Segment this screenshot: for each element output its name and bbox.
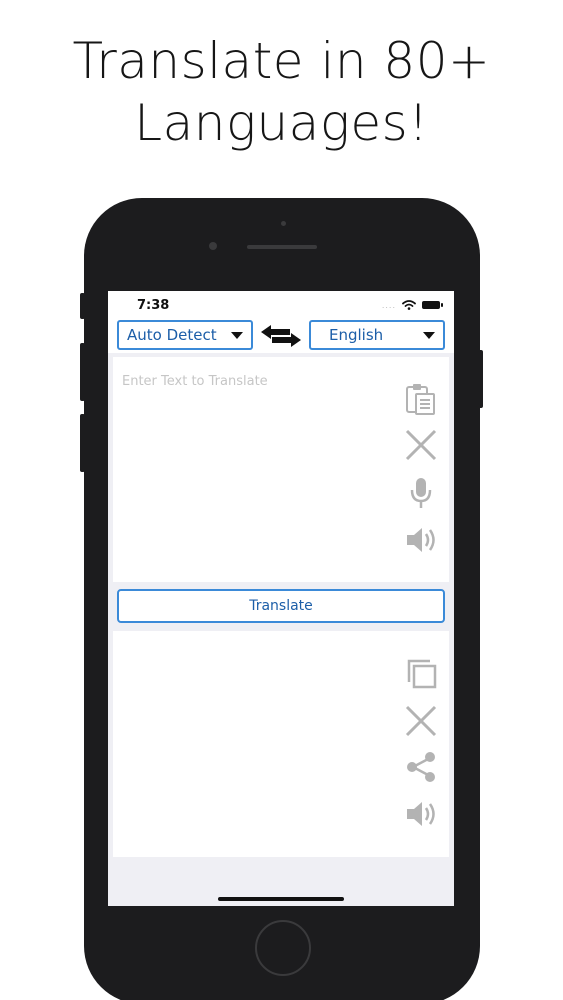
status-bar: 7:38 .... [108, 291, 454, 319]
clear-icon[interactable] [403, 427, 439, 463]
source-text-placeholder: Enter Text to Translate [122, 374, 268, 389]
clear-icon[interactable] [403, 703, 439, 739]
chevron-down-icon [231, 331, 243, 339]
promo-headline: Translate in 80+ Languages! [0, 30, 563, 154]
source-text-input[interactable]: Enter Text to Translate [113, 357, 449, 582]
status-time: 7:38 [137, 298, 170, 313]
language-bar: Auto Detect English [108, 319, 454, 353]
phone-home-button[interactable] [255, 920, 311, 976]
source-language-label: Auto Detect [127, 326, 217, 344]
copy-icon[interactable] [403, 655, 439, 691]
target-language-select[interactable]: English [309, 320, 445, 350]
app-screen: 7:38 .... Auto Detect English Enter Text… [108, 291, 454, 906]
wifi-icon [402, 300, 416, 310]
signal-icon: .... [381, 300, 396, 310]
home-indicator[interactable] [218, 897, 344, 901]
speaker-icon[interactable] [403, 522, 439, 558]
phone-front-camera [209, 242, 217, 250]
share-icon[interactable] [403, 749, 439, 785]
clipboard-icon[interactable] [403, 381, 439, 417]
phone-earpiece [247, 245, 317, 249]
target-language-label: English [329, 326, 384, 344]
battery-icon [422, 301, 443, 309]
swap-arrows-icon[interactable] [258, 323, 304, 349]
phone-sensor [281, 221, 286, 226]
status-icons: .... [381, 300, 443, 310]
translate-button[interactable]: Translate [117, 589, 445, 623]
promo-headline-line1: Translate in 80+ [72, 32, 491, 90]
promo-headline-line2: Languages! [134, 94, 429, 152]
chevron-down-icon [423, 331, 435, 339]
translation-output[interactable] [113, 631, 449, 857]
microphone-icon[interactable] [403, 475, 439, 511]
speaker-icon[interactable] [403, 796, 439, 832]
source-language-select[interactable]: Auto Detect [117, 320, 253, 350]
